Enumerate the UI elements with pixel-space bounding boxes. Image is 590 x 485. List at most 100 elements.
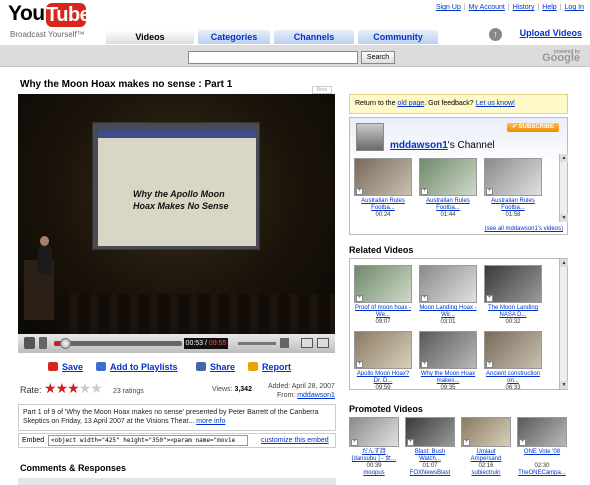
related-scrollbar[interactable]: ▲ ▼ [559, 259, 568, 389]
rewind-icon[interactable] [39, 337, 47, 349]
share-icon [196, 362, 206, 371]
add-to-quicklist-icon[interactable]: + [486, 295, 493, 302]
embed-code-field[interactable]: <object width="425" height="350"><param … [48, 435, 248, 446]
powered-by-google: powered by Google [542, 49, 580, 64]
add-to-quicklist-icon[interactable]: + [351, 439, 358, 446]
video-user-link[interactable]: subiectruin [461, 470, 511, 477]
video-duration: 09:35 [440, 385, 456, 391]
tab-videos[interactable]: Videos [106, 30, 194, 44]
add-to-quicklist-icon[interactable]: + [421, 188, 428, 195]
volume-slider[interactable] [238, 342, 276, 345]
add-to-quicklist-icon[interactable]: + [486, 361, 493, 368]
tab-categories[interactable]: Categories [198, 30, 270, 44]
add-to-quicklist-icon[interactable]: + [519, 439, 526, 446]
video-user-link[interactable]: moopus [349, 470, 399, 477]
video-title-link[interactable]: Australian Rules Footba... [354, 198, 412, 212]
video-title-link[interactable]: Ancient construction on... [484, 371, 542, 385]
star-icon[interactable]: ★ [79, 380, 92, 396]
feedback-link[interactable]: Let us know! [476, 100, 515, 107]
flag-icon [248, 362, 258, 371]
channel-video-list: + Australian Rules Footba... 00:24 + Austral… [354, 158, 554, 220]
player-controls: 00:53 / 09:55 [18, 334, 335, 353]
add-to-quicklist-icon[interactable]: + [356, 188, 363, 195]
add-to-quicklist-icon[interactable]: + [421, 361, 428, 368]
pause-icon[interactable] [24, 337, 35, 349]
video-title-link[interactable]: Blast: Bush Watch... [405, 449, 455, 463]
video-frame[interactable]: Why the Apollo Moon Hoax Makes No Sense [18, 94, 335, 334]
description-box: Part 1 of 9 of 'Why the Moon Hoax makes … [18, 404, 336, 431]
history-link[interactable]: History [513, 4, 535, 11]
video-title-link[interactable]: Proof of moon hoax - We... [354, 305, 412, 319]
tab-community[interactable]: Community [358, 30, 438, 44]
upload-videos-link[interactable]: Upload Videos [520, 28, 582, 38]
video-title-link[interactable]: Apollo Moon Hoax? Dr. D... [354, 371, 412, 385]
video-duration: 01:07 [422, 463, 438, 469]
channel-user-link[interactable]: mddawson1 [390, 140, 448, 151]
channel-scrollbar[interactable]: ▲ ▼ [559, 154, 568, 222]
upload-icon[interactable]: ↑ [489, 28, 502, 41]
added-label: Added: [268, 383, 291, 390]
progress-handle[interactable] [60, 338, 72, 349]
video-duration: 09:59 [375, 385, 391, 391]
channel-name: mddawson1's Channel [390, 140, 495, 151]
sign-up-link[interactable]: Sign Up [436, 4, 461, 11]
star-icon[interactable]: ★ [90, 380, 103, 396]
progress-bar[interactable] [54, 341, 182, 346]
video-player[interactable]: Why the Apollo Moon Hoax Makes No Sense … [18, 94, 335, 353]
search-input[interactable] [188, 51, 358, 64]
time-current: 00:53 [185, 340, 204, 347]
see-all-videos-link[interactable]: (see all mddawson1's videos) [484, 226, 563, 232]
star-icon[interactable]: ★ [56, 380, 69, 396]
from-label: From: [276, 392, 296, 399]
video-title-link[interactable]: ONE Vote '08 [517, 449, 567, 456]
video-user-link[interactable]: TheONECampa... [517, 470, 567, 477]
views-label: Views: [212, 386, 233, 393]
add-to-quicklist-icon[interactable]: + [421, 295, 428, 302]
video-title-link[interactable]: Why the Moon Hoax makes... [419, 371, 477, 385]
more-info-link[interactable]: more info [196, 418, 225, 425]
video-title-link[interactable]: Umlaut Ampersand [461, 449, 511, 463]
search-button[interactable]: Search [361, 51, 395, 64]
ratings-count: 23 ratings [113, 388, 144, 395]
add-to-quicklist-icon[interactable]: + [356, 361, 363, 368]
tab-channels[interactable]: Channels [274, 30, 354, 44]
video-title-link[interactable]: The Moon Landing NASA D... [484, 305, 542, 319]
video-title-link[interactable]: だんす詩 [dansubu ] - 女... [349, 449, 399, 463]
video-duration: 06:33 [505, 385, 521, 391]
share-button[interactable]: Share [196, 362, 235, 372]
video-title-link[interactable]: Moon Landing Hoax - Wir... [419, 305, 477, 319]
video-title-link[interactable]: Australian Rules Footba... [419, 198, 477, 212]
log-in-link[interactable]: Log In [565, 4, 584, 11]
audience [58, 294, 335, 334]
add-to-playlists-button[interactable]: Add to Playlists [96, 362, 178, 372]
video-user-link[interactable]: FOXNewsBlast [405, 470, 455, 477]
speaker-icon[interactable] [280, 338, 289, 348]
customize-embed-link[interactable]: customize this embed [261, 437, 329, 444]
slide-text-line1: Why the Apollo Moon [133, 189, 225, 199]
star-icon[interactable]: ★ [44, 380, 57, 396]
report-button[interactable]: Report [248, 362, 291, 372]
normal-size-icon[interactable] [301, 338, 313, 348]
embed-box: Embed <object width="425" height="350"><… [18, 433, 336, 448]
rate-label: Rate: [20, 385, 42, 395]
subscribe-button[interactable]: ✔ SUBSCRIBE [506, 123, 559, 132]
video-duration: 01:58 [505, 212, 521, 218]
add-to-quicklist-icon[interactable]: + [463, 439, 470, 446]
save-button[interactable]: Save [48, 362, 83, 372]
star-icon[interactable]: ★ [67, 380, 80, 396]
add-to-quicklist-icon[interactable]: + [407, 439, 414, 446]
my-account-link[interactable]: My Account [469, 4, 505, 11]
help-link[interactable]: Help [542, 4, 556, 11]
from-user-link[interactable]: mddawson1 [297, 392, 335, 399]
channel-avatar[interactable] [356, 123, 384, 151]
add-to-quicklist-icon[interactable]: + [356, 295, 363, 302]
fullscreen-icon[interactable] [317, 338, 329, 348]
video-duration: 01:44 [440, 212, 456, 218]
main-nav: Videos Categories Channels Community [106, 30, 588, 44]
old-page-link[interactable]: old page [397, 100, 424, 107]
google-logo: Google [542, 52, 580, 64]
rating-stars[interactable]: ★★★★★ [44, 380, 103, 397]
add-to-quicklist-icon[interactable]: + [486, 188, 493, 195]
youtube-logo[interactable]: You Tube [8, 2, 91, 32]
video-title-link[interactable]: Australian Rules Footba... [484, 198, 542, 212]
